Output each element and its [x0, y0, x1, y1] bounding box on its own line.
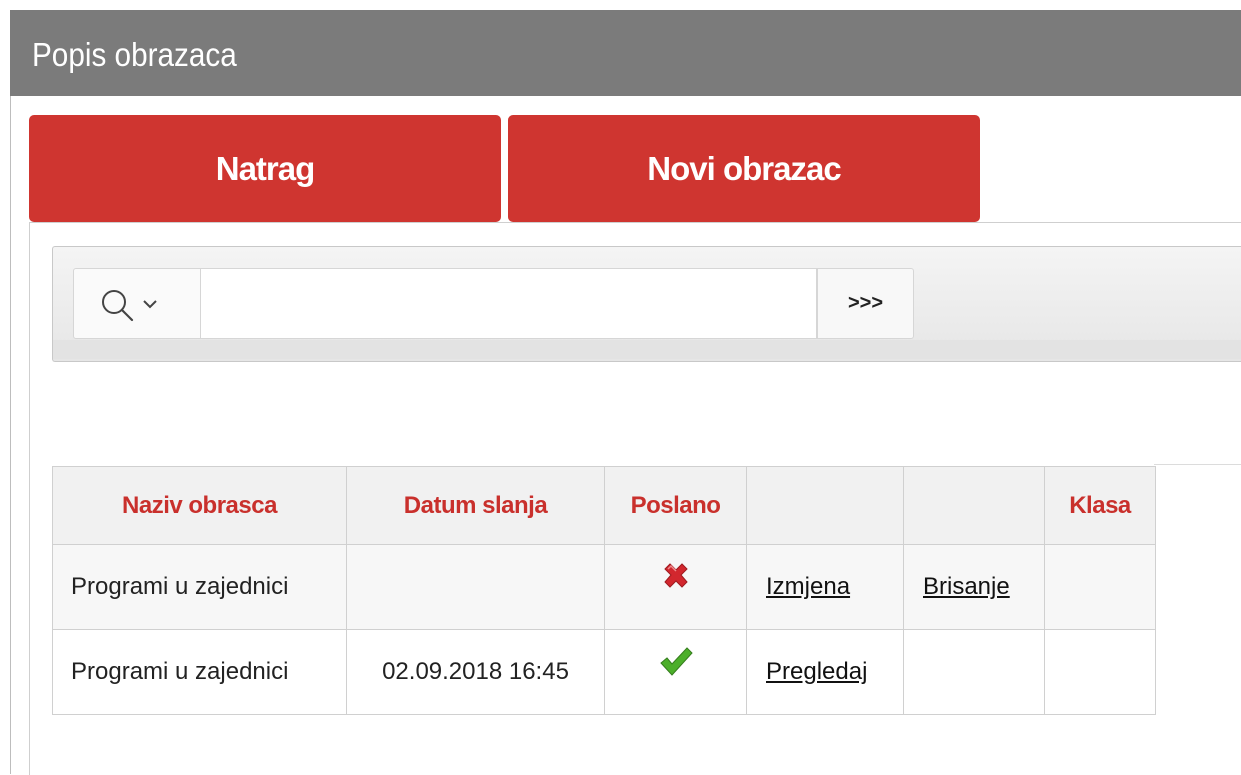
- cell-date: 02.09.2018 16:45: [346, 629, 605, 715]
- table-header-row: Naziv obrasca Datum slanja Poslano Klasa: [52, 466, 1156, 545]
- table-row: Programi u zajednici 02.09.2018 16:45 Pr…: [52, 629, 1156, 715]
- search-icon: [102, 290, 157, 322]
- col-header-naziv[interactable]: Naziv obrasca: [52, 466, 347, 545]
- search-bar-shade: [53, 340, 1241, 359]
- cell-action1: Izmjena: [746, 544, 904, 630]
- divider: [1154, 464, 1241, 465]
- cell-action2: Brisanje: [903, 544, 1045, 630]
- x-icon: [663, 563, 688, 588]
- cell-sent: [604, 629, 747, 715]
- col-header-klasa[interactable]: Klasa: [1044, 466, 1156, 545]
- col-header-action1: [746, 466, 904, 545]
- cell-action1: Pregledaj: [746, 629, 904, 715]
- chevron-down-icon: [143, 300, 157, 309]
- cell-date: [346, 544, 605, 630]
- col-header-action2: [903, 466, 1045, 545]
- view-link[interactable]: Pregledaj: [766, 658, 867, 685]
- search-input[interactable]: [201, 268, 817, 339]
- new-form-button[interactable]: Novi obrazac: [508, 115, 980, 222]
- cell-klasa: [1044, 629, 1156, 715]
- cell-sent: [604, 544, 747, 630]
- edit-link[interactable]: Izmjena: [766, 573, 850, 600]
- table-row: Programi u zajednici Izmjena Brisanje: [52, 544, 1156, 630]
- back-button[interactable]: Natrag: [29, 115, 501, 222]
- cell-name: Programi u zajednici: [52, 544, 347, 630]
- page-title: Popis obrazaca: [32, 36, 237, 73]
- left-border: [10, 96, 11, 774]
- top-strip: [0, 0, 1241, 10]
- search-column-toggle[interactable]: [73, 268, 201, 339]
- col-header-datum[interactable]: Datum slanja: [346, 466, 605, 545]
- search-go-button[interactable]: >>>: [817, 268, 914, 339]
- delete-link[interactable]: Brisanje: [923, 573, 1010, 600]
- cell-action2: [903, 629, 1045, 715]
- page-header: Popis obrazaca: [10, 10, 1241, 96]
- cell-klasa: [1044, 544, 1156, 630]
- check-icon: [659, 647, 693, 676]
- forms-table: Naziv obrasca Datum slanja Poslano Klasa…: [52, 466, 1156, 715]
- col-header-poslano[interactable]: Poslano: [604, 466, 747, 545]
- cell-name: Programi u zajednici: [52, 629, 347, 715]
